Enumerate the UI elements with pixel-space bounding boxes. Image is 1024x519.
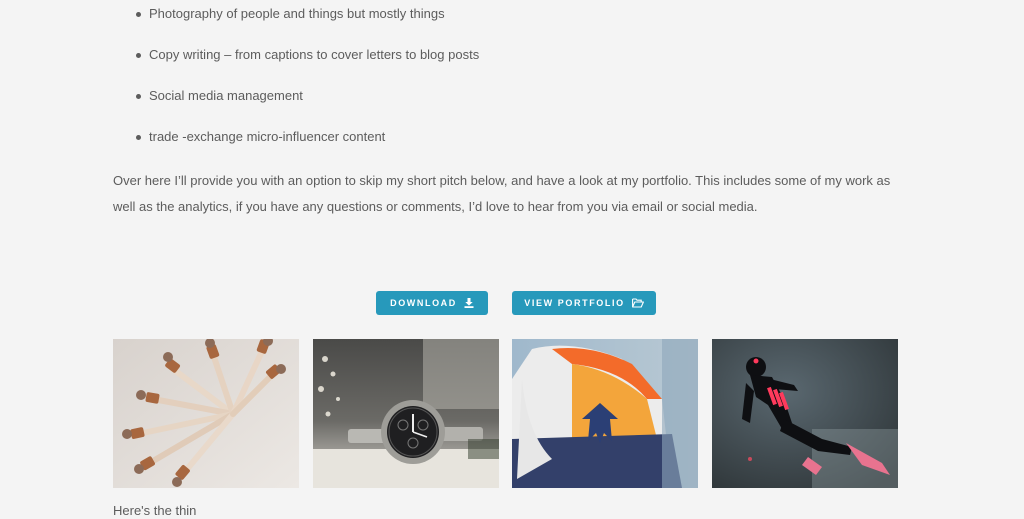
services-list-item: Copy writing – from captions to cover le…	[134, 47, 479, 63]
gallery-image-droppers[interactable]	[113, 339, 299, 488]
services-list-item: Social media management	[134, 88, 303, 104]
intro-paragraph: Over here I’ll provide you with an optio…	[113, 173, 891, 214]
view-portfolio-button[interactable]: VIEW PORTFOLIO	[512, 291, 656, 315]
view-portfolio-button-label: VIEW PORTFOLIO	[524, 298, 625, 308]
services-list-item: trade -exchange micro-influencer content	[134, 129, 385, 145]
gallery-image-watch[interactable]	[313, 339, 499, 488]
gallery-image-diver[interactable]	[712, 339, 898, 488]
download-button-label: DOWNLOAD	[390, 298, 457, 308]
next-section-text: Here's the thin	[113, 503, 197, 518]
gallery-image-sneaker[interactable]	[512, 339, 698, 488]
download-icon	[464, 298, 474, 308]
folder-open-icon	[631, 298, 644, 308]
services-list-item: Photography of people and things but mos…	[134, 6, 445, 22]
download-button[interactable]: DOWNLOAD	[376, 291, 488, 315]
